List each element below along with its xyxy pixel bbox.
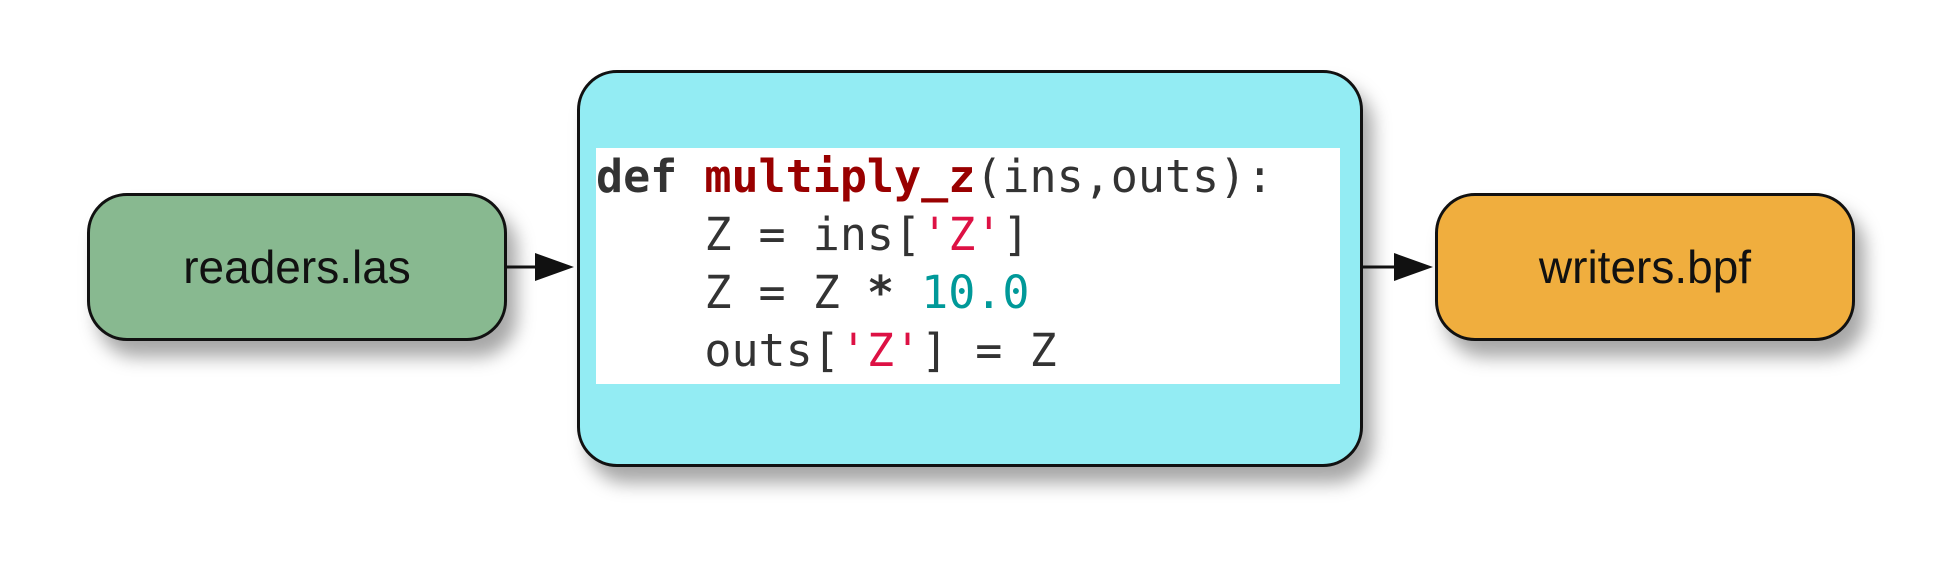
pipeline-diagram: readers.las def multiply_z(ins,outs): Z … (0, 0, 1933, 566)
edge-filter-to-writer (1363, 253, 1433, 281)
edge-layer (507, 253, 1433, 281)
edge-reader-to-filter (507, 253, 574, 281)
arrowhead-icon (535, 253, 574, 281)
arrowhead-icon (1394, 253, 1433, 281)
